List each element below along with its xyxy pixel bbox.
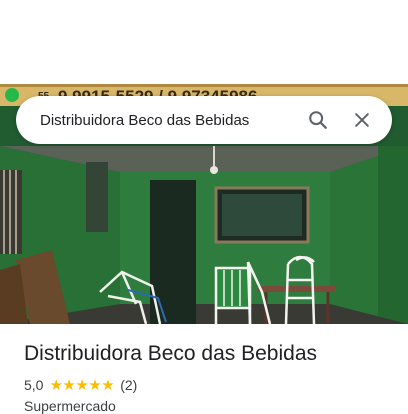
rating-stars: ★★★★★: [49, 377, 115, 394]
review-count[interactable]: (2): [120, 377, 137, 393]
place-name: Distribuidora Beco das Bebidas: [24, 342, 317, 365]
place-category: Supermercado: [24, 398, 116, 414]
search-bar[interactable]: Distribuidora Beco das Bebidas: [16, 96, 392, 144]
search-input[interactable]: Distribuidora Beco das Bebidas: [40, 112, 296, 129]
search-icon: [309, 111, 327, 129]
search-button[interactable]: [296, 98, 340, 142]
close-icon: [355, 113, 369, 127]
clear-search-button[interactable]: [340, 98, 384, 142]
rating-row[interactable]: 5,0 ★★★★★ (2): [24, 376, 392, 394]
place-info: Distribuidora Beco das Bebidas 5,0 ★★★★★…: [24, 340, 392, 414]
rating-value: 5,0: [24, 377, 44, 393]
